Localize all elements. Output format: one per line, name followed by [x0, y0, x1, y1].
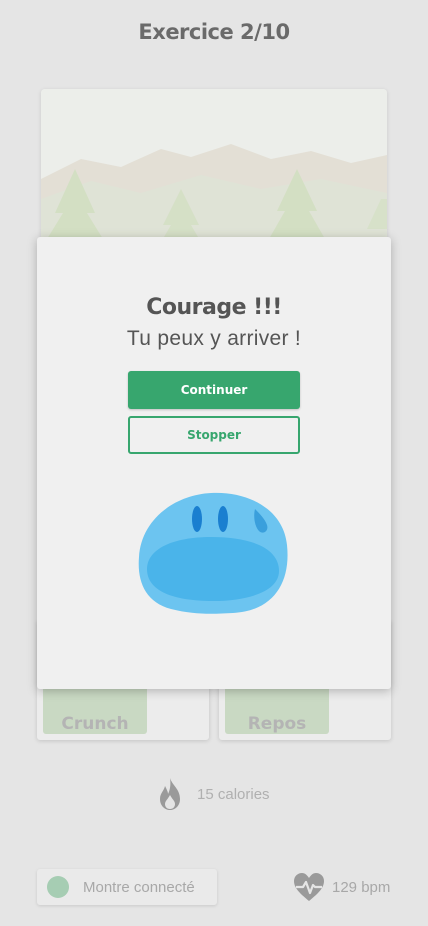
flame-icon	[160, 778, 180, 810]
calories-text: 15 calories	[197, 785, 270, 803]
mountains-illustration	[41, 89, 387, 249]
watch-status[interactable]: Montre connecté	[37, 869, 217, 905]
heart-rate-text: 129 bpm	[332, 878, 391, 896]
dialog-subtitle: Tu peux y arriver !	[126, 327, 302, 350]
continue-button[interactable]: Continuer	[128, 371, 300, 409]
dialog-heading: Courage !!!	[146, 295, 282, 320]
calories-stat: 15 calories	[155, 776, 270, 812]
exercise-illustration	[41, 89, 387, 249]
page-title: Exercice 2/10	[138, 20, 290, 44]
exercise-card-label: Repos	[247, 714, 307, 734]
stop-button[interactable]: Stopper	[128, 416, 300, 454]
heart-rate-stat: 129 bpm	[292, 870, 390, 904]
connection-status-dot	[47, 876, 69, 898]
heart-pulse-icon	[294, 873, 324, 901]
watch-status-text: Montre connecté	[83, 878, 195, 896]
mascot-blob	[138, 492, 288, 614]
exercise-card-label: Crunch	[61, 714, 129, 734]
encouragement-dialog: Courage !!! Tu peux y arriver ! Continue…	[37, 237, 391, 689]
